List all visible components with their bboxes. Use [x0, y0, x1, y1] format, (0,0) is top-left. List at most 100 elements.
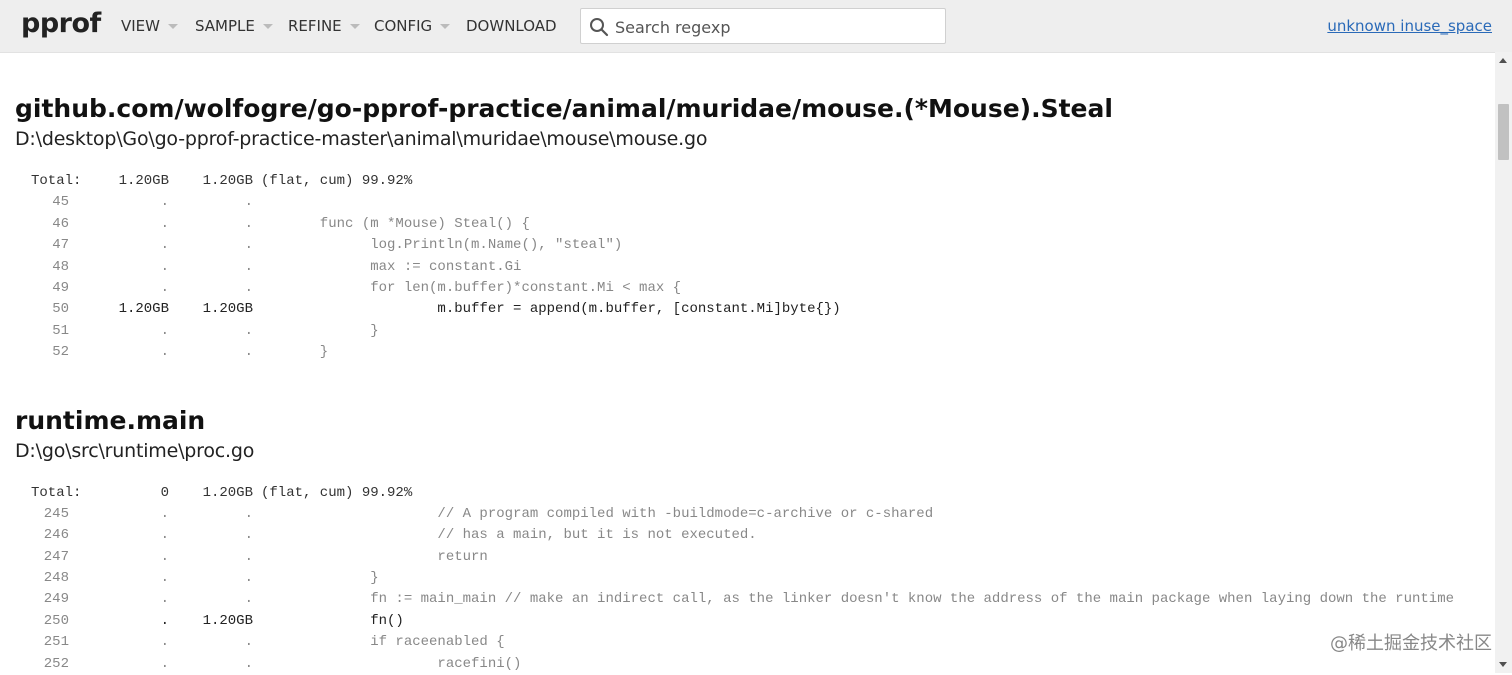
cum-value: .	[244, 194, 253, 211]
source-line: 246.. // has a main, but it is not execu…	[31, 525, 1495, 546]
line-number: 46	[52, 215, 69, 232]
source-code: log.Println(m.Name(), "steal")	[261, 237, 623, 254]
source-code: max := constant.Gi	[261, 258, 522, 275]
flat-value: .	[160, 527, 169, 544]
total-summary: (flat, cum) 99.92%	[261, 484, 413, 501]
source-line-hot: 50 1.20GB 1.20GB m.buffer = append(m.buffe…	[31, 299, 1495, 320]
source-file-path: D:\desktop\Go\go-pprof-practice-master\a…	[15, 128, 708, 150]
line-number: 248	[43, 570, 69, 587]
scroll-down-arrow-icon[interactable]	[1499, 662, 1507, 667]
total-row: Total: 1.20GB 1.20GB (flat, cum) 99.92%	[31, 171, 1495, 192]
source-code: if raceenabled {	[261, 634, 505, 651]
source-line: 45..	[31, 192, 1495, 213]
cum-value: .	[244, 655, 253, 672]
profile-legend-link[interactable]: unknown inuse_space	[1327, 17, 1492, 35]
function-section: runtime.main D:\go\src\runtime\proc.go T…	[15, 404, 1495, 675]
source-line: 248.. }	[31, 568, 1495, 589]
source-code: return	[261, 548, 488, 565]
chevron-down-icon	[262, 24, 273, 29]
menu-config-label: CONFIG	[374, 17, 433, 35]
function-title: runtime.main	[15, 405, 206, 435]
chevron-down-icon	[440, 24, 451, 29]
cum-value: .	[244, 634, 253, 651]
menu-view[interactable]: VIEW	[121, 17, 178, 35]
brand-logo[interactable]: pprof	[21, 8, 101, 39]
source-line: 46.. func (m *Mouse) Steal() {	[31, 214, 1495, 235]
menu-sample-label: SAMPLE	[195, 17, 255, 35]
source-line-hot: 250. 1.20GB fn()	[31, 611, 1495, 632]
source-code: func (m *Mouse) Steal() {	[261, 215, 530, 232]
line-number: 245	[43, 505, 69, 522]
source-line: 52.. }	[31, 342, 1495, 363]
line-number: 47	[52, 237, 69, 254]
menu-config[interactable]: CONFIG	[374, 17, 451, 35]
source-line: 251.. if raceenabled {	[31, 632, 1495, 653]
cum-value: 1.20GB	[202, 612, 253, 629]
line-number: 52	[52, 344, 69, 361]
flat-value: .	[160, 215, 169, 232]
source-line: 49.. for len(m.buffer)*constant.Mi < max…	[31, 278, 1495, 299]
flat-value: .	[160, 322, 169, 339]
source-file-path: D:\go\src\runtime\proc.go	[15, 439, 255, 462]
flat-value: .	[160, 237, 169, 254]
source-code: }	[261, 322, 379, 339]
source-code: }	[261, 570, 379, 587]
cum-value: .	[244, 548, 253, 565]
scroll-up-arrow-icon[interactable]	[1499, 58, 1507, 63]
menu-refine[interactable]: REFINE	[288, 17, 360, 35]
cum-value: .	[244, 527, 253, 544]
search-icon	[590, 18, 609, 37]
chevron-down-icon	[168, 24, 178, 29]
vertical-scrollbar[interactable]	[1495, 52, 1512, 673]
top-bar: pprof VIEW SAMPLE REFINE CONFIG DOWNLOAD…	[0, 0, 1512, 53]
menu-sample[interactable]: SAMPLE	[195, 17, 273, 35]
line-number: 251	[43, 634, 69, 651]
total-summary: (flat, cum) 99.92%	[261, 173, 413, 189]
flat-value: .	[160, 194, 169, 211]
source-listing: Total: 1.20GB 1.20GB (flat, cum) 99.92% …	[31, 171, 1495, 364]
function-section: github.com/wolfogre/go-pprof-practice/an…	[15, 92, 1495, 364]
cum-value: .	[244, 237, 253, 254]
source-code: // A program compiled with -buildmode=c-…	[261, 505, 934, 522]
source-line: 51.. }	[31, 321, 1495, 342]
source-code: for len(m.buffer)*constant.Mi < max {	[261, 279, 682, 296]
flat-value: .	[160, 279, 169, 296]
line-number: 250	[43, 612, 69, 629]
source-code: m.buffer = append(m.buffer, [constant.Mi…	[261, 301, 841, 318]
source-code: }	[261, 344, 329, 361]
chevron-down-icon	[349, 24, 360, 29]
flat-value: .	[160, 612, 169, 629]
search-input[interactable]	[613, 13, 937, 41]
source-listing: Total: 0 1.20GB (flat, cum) 99.92% 245..…	[31, 483, 1495, 675]
function-title: github.com/wolfogre/go-pprof-practice/an…	[15, 94, 1113, 123]
total-label: Total:	[31, 173, 82, 189]
source-line: 48.. max := constant.Gi	[31, 257, 1495, 278]
line-number: 49	[52, 279, 69, 296]
flat-value: .	[160, 258, 169, 275]
search-box	[580, 8, 946, 44]
scrollbar-thumb[interactable]	[1498, 104, 1509, 160]
cum-value: .	[244, 279, 253, 296]
cum-value: .	[244, 570, 253, 587]
line-number: 252	[43, 655, 69, 672]
total-flat: 1.20GB	[118, 173, 169, 189]
menu-download[interactable]: DOWNLOAD	[466, 17, 557, 35]
line-number: 45	[52, 194, 69, 211]
flat-value: .	[160, 634, 169, 651]
flat-value: .	[160, 344, 169, 361]
line-number: 50	[52, 301, 69, 318]
cum-value: .	[244, 591, 253, 608]
source-line: 249.. fn := main_main // make an indirec…	[31, 589, 1495, 610]
menu-refine-label: REFINE	[288, 17, 342, 35]
flat-value: .	[160, 505, 169, 522]
total-flat: 0	[160, 484, 169, 501]
cum-value: .	[244, 322, 253, 339]
flat-value: .	[160, 655, 169, 672]
flat-value: 1.20GB	[118, 301, 169, 318]
source-line: 245.. // A program compiled with -buildm…	[31, 504, 1495, 525]
total-row: Total: 0 1.20GB (flat, cum) 99.92%	[31, 483, 1495, 504]
menu-view-label: VIEW	[121, 17, 160, 35]
source-line: 247.. return	[31, 547, 1495, 568]
flat-value: .	[160, 591, 169, 608]
cum-value: 1.20GB	[202, 301, 253, 318]
